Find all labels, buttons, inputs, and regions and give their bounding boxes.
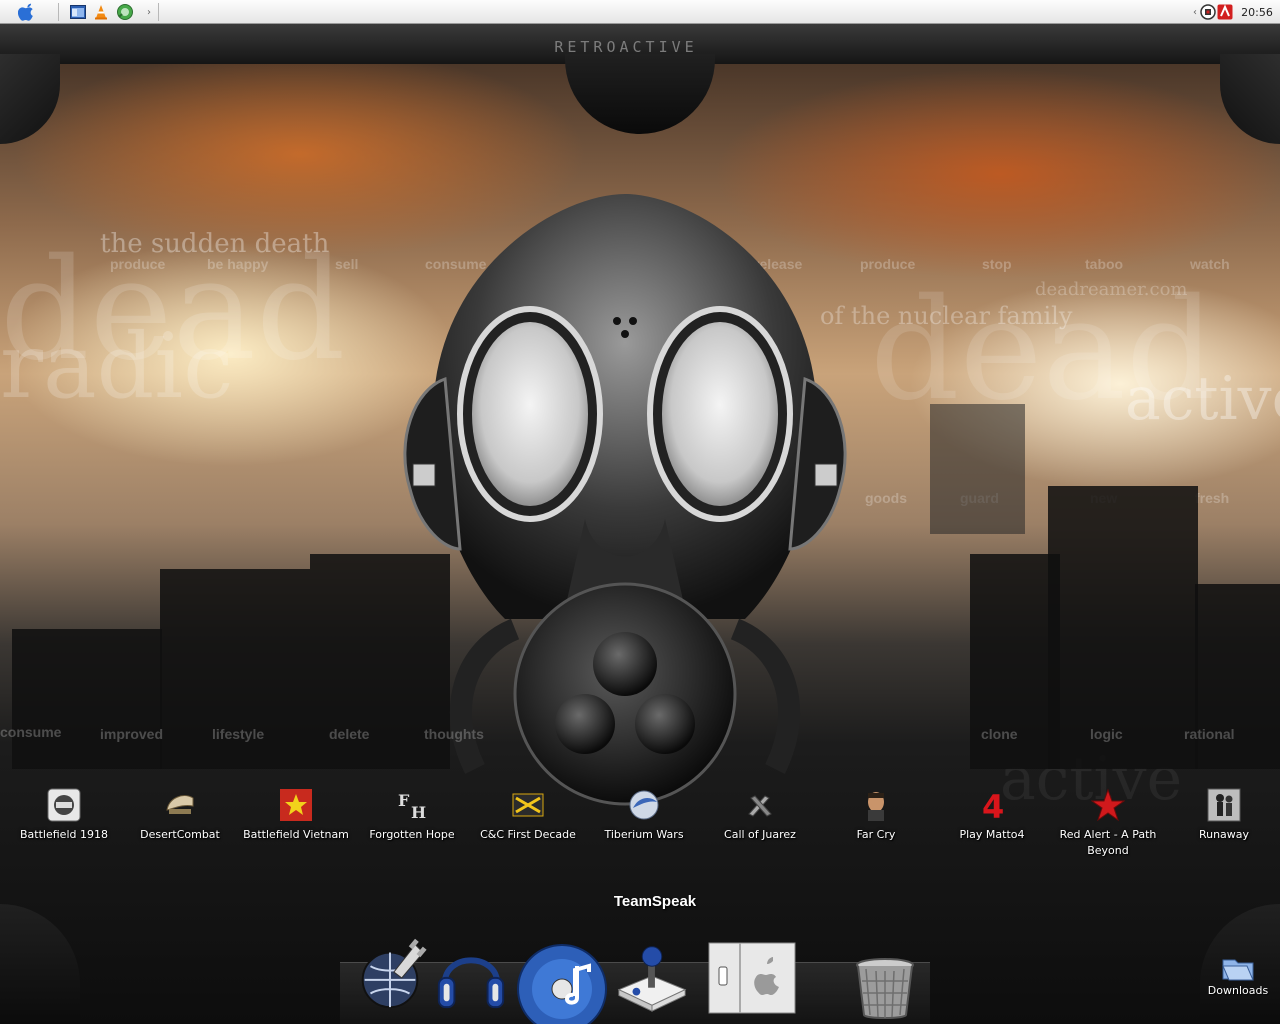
dock-item-trash[interactable] — [850, 956, 920, 1020]
bg-word: logic — [1090, 726, 1123, 742]
desktop-icon-label: Battlefield Vietnam — [243, 828, 349, 841]
desktop-icon-label: Battlefield 1918 — [20, 828, 108, 841]
desktop-icon-forgotten-hope[interactable]: FH Forgotten Hope — [353, 788, 471, 843]
bg-word-active: active — [1125, 364, 1280, 434]
desktop-icon-label: Downloads — [1207, 984, 1269, 997]
desktop-icon-desertcombat[interactable]: DesertCombat — [121, 788, 239, 843]
clock[interactable]: 20:56 — [1240, 3, 1274, 21]
frame-corner-left — [0, 54, 60, 144]
bg-word: consume — [0, 724, 62, 740]
dock-item-headphones[interactable] — [432, 934, 510, 1014]
battlefield-1918-icon — [47, 788, 81, 822]
tiberium-wars-icon — [627, 788, 661, 822]
desktop-icon-label: Runaway — [1198, 828, 1250, 841]
apple-switch-icon — [708, 942, 796, 1014]
vlc-cone-icon[interactable] — [93, 3, 109, 21]
skyline-building — [1048, 486, 1198, 769]
bg-word: sell — [335, 256, 359, 272]
window-icon[interactable] — [70, 3, 86, 21]
bg-word: produce — [860, 256, 916, 272]
desktop-icon-red-alert[interactable]: Red Alert - A Path Beyond — [1049, 788, 1167, 859]
forgotten-hope-icon: FH — [395, 788, 429, 822]
bg-word: thoughts — [424, 726, 484, 742]
desktop-icon-play-matto4[interactable]: 4 Play Matto4 — [933, 788, 1051, 843]
desktop-icon-label: DesertCombat — [140, 828, 220, 841]
bg-word: goods — [865, 490, 907, 506]
bg-word: watch — [1190, 256, 1230, 272]
skyline-building — [12, 629, 162, 769]
brand-title: RETROACTIVE — [554, 38, 698, 56]
desktop-icon-downloads[interactable]: Downloads — [1202, 952, 1274, 997]
downloads-folder-icon — [1222, 959, 1254, 981]
frame-notch — [565, 54, 715, 134]
bg-word: lifestyle — [212, 726, 265, 742]
bg-word: stop — [982, 256, 1012, 272]
menubar-separator — [158, 3, 159, 21]
svg-text:F: F — [398, 791, 410, 810]
call-of-juarez-icon — [743, 788, 777, 822]
bg-word: fresh — [1195, 490, 1230, 506]
apple-icon[interactable] — [16, 3, 38, 21]
desktop-icon-label: Red Alert - A Path Beyond — [1059, 828, 1157, 857]
frame-corner-right — [1220, 54, 1280, 144]
desktop-icon-label: Call of Juarez — [724, 828, 796, 841]
globe-plug-icon — [361, 938, 427, 1009]
trash-icon — [856, 958, 914, 1019]
skyline-building — [930, 404, 1025, 534]
desktop-icon-runaway[interactable]: Runaway — [1165, 788, 1280, 843]
headphones-icon — [437, 957, 505, 1009]
dock-item-system[interactable] — [706, 942, 798, 1014]
desktop-icon-label: Tiberium Wars — [604, 828, 684, 841]
svg-text:4: 4 — [982, 788, 1004, 822]
desktop-icon-label: C&C First Decade — [480, 828, 576, 841]
desktop-icon-label: Far Cry — [856, 828, 896, 841]
desktop-icon-battlefield-1918[interactable]: Battlefield 1918 — [5, 788, 123, 843]
bg-word: be happy — [207, 256, 269, 272]
play-matto4-icon: 4 — [975, 788, 1009, 822]
bg-word: rational — [1184, 726, 1235, 742]
bg-word-sudden-death: the sudden death — [100, 229, 330, 259]
chevron-left-icon[interactable]: ‹ — [1190, 3, 1200, 21]
desktop-icon-label: Play Matto4 — [959, 828, 1025, 841]
desktop-icon-battlefield-vietnam[interactable]: Battlefield Vietnam — [237, 788, 355, 843]
desktop-icon-call-of-juarez[interactable]: Call of Juarez — [701, 788, 819, 843]
desktop-icon-cnc-first-decade[interactable]: C&C First Decade — [469, 788, 587, 843]
red-alert-star-icon — [1091, 788, 1125, 822]
cnc-first-decade-icon — [511, 788, 545, 822]
far-cry-icon — [859, 788, 893, 822]
bg-word: delete — [329, 726, 370, 742]
antivirus-icon[interactable] — [1217, 3, 1233, 21]
desertcombat-icon — [163, 788, 197, 822]
chevron-right-icon[interactable]: › — [144, 3, 154, 21]
bg-word: improved — [100, 726, 164, 742]
messenger-icon[interactable] — [116, 3, 134, 21]
bg-word: clone — [981, 726, 1018, 742]
bg-word: produce — [110, 256, 166, 272]
shield-icon[interactable] — [1200, 3, 1216, 21]
dock-item-teamspeak[interactable] — [350, 934, 430, 1014]
svg-text:H: H — [411, 803, 426, 822]
desktop-icon-label: Forgotten Hope — [369, 828, 455, 841]
gas-mask-illustration — [403, 194, 847, 806]
runaway-icon — [1207, 788, 1241, 822]
dock-item-music[interactable] — [514, 942, 610, 1024]
bg-word-radio: radic — [0, 314, 234, 419]
battlefield-vietnam-icon — [279, 788, 313, 822]
menu-bar: › ‹ 20:56 — [0, 0, 1280, 24]
dock-tooltip: TeamSpeak — [613, 893, 697, 910]
desktop: dead radic the sudden death of the nucle… — [0, 24, 1280, 1024]
frame-corner-bottom-left — [0, 904, 80, 1024]
desktop-icon-far-cry[interactable]: Far Cry — [817, 788, 935, 843]
music-disc-icon — [517, 944, 607, 1024]
menubar-separator — [58, 3, 59, 21]
desktop-icon-tiberium-wars[interactable]: Tiberium Wars — [585, 788, 703, 843]
dock-item-joystick[interactable] — [612, 936, 692, 1016]
bg-word: taboo — [1085, 256, 1124, 272]
joystick-icon — [617, 946, 687, 1012]
